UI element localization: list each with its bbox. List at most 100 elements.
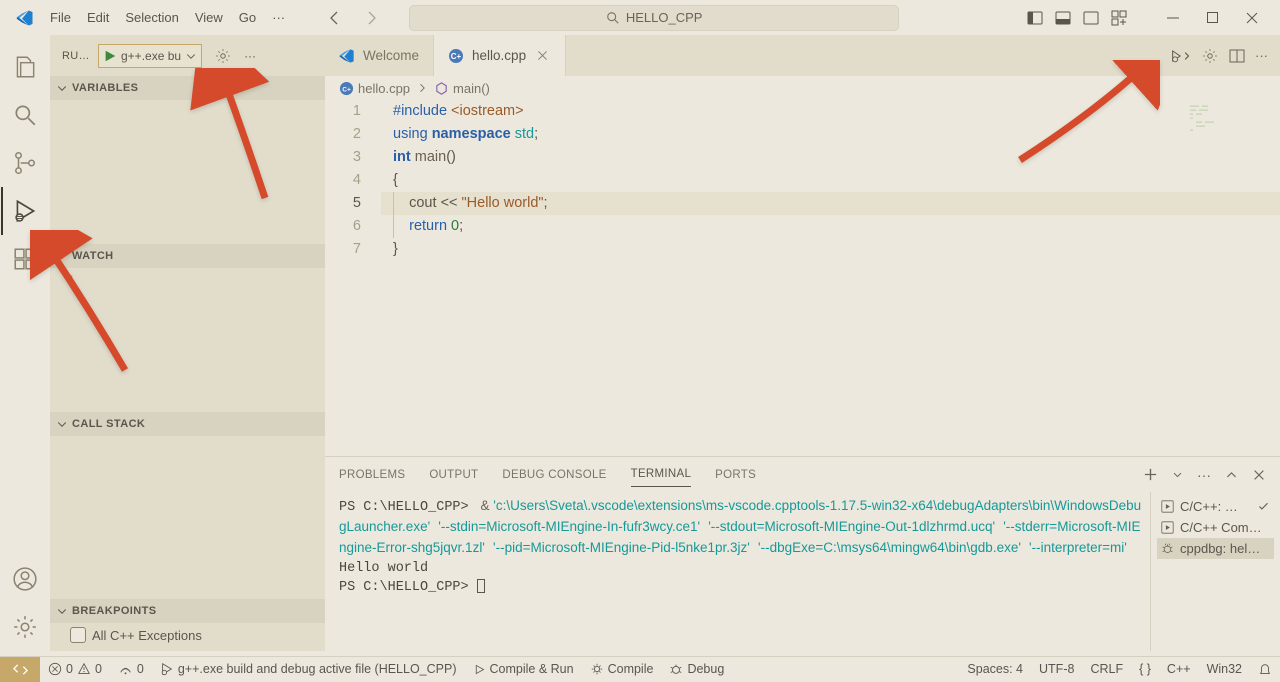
menu-file[interactable]: File: [42, 6, 79, 29]
nav-back-icon[interactable]: [317, 6, 353, 30]
play-icon: [1161, 500, 1174, 513]
nav-forward-icon[interactable]: [353, 6, 389, 30]
activity-explorer[interactable]: [1, 43, 49, 91]
panel-maximize-icon[interactable]: [1225, 468, 1238, 481]
cpp-file-icon: C+: [448, 48, 464, 64]
cpp-file-icon: C+: [339, 81, 354, 96]
bottom-panel: PROBLEMS OUTPUT DEBUG CONSOLE TERMINAL P…: [325, 456, 1280, 651]
window-maximize[interactable]: [1193, 6, 1232, 29]
svg-text:C+: C+: [451, 52, 462, 61]
panel-tab-output[interactable]: OUTPUT: [429, 463, 478, 487]
start-debug-icon[interactable]: [103, 49, 117, 63]
run-debug-title: RU…: [62, 50, 90, 62]
section-breakpoints[interactable]: BREAKPOINTS: [50, 599, 325, 623]
section-variables[interactable]: VARIABLES: [50, 76, 325, 100]
breadcrumb[interactable]: C+ hello.cpp main(): [325, 76, 1280, 100]
activity-account[interactable]: [1, 555, 49, 603]
menu-edit[interactable]: Edit: [79, 6, 117, 29]
status-debug-target[interactable]: g++.exe build and debug active file (HEL…: [152, 662, 465, 676]
panel-more-icon[interactable]: ···: [1197, 467, 1211, 483]
status-ports[interactable]: 0: [110, 662, 152, 677]
menu-go[interactable]: Go: [231, 6, 264, 29]
chevron-down-icon: [56, 250, 68, 262]
terminal-list: C/C++: … C/C++ Com… cppdbg: hel…: [1150, 492, 1280, 651]
panel-tab-ports[interactable]: PORTS: [715, 463, 756, 487]
code-editor[interactable]: 1234567 #include <iostream>using namespa…: [325, 100, 1280, 456]
svg-text:C+: C+: [342, 86, 351, 93]
new-terminal-icon[interactable]: [1143, 467, 1158, 482]
watch-expression[interactable]: :: [50, 268, 325, 288]
breadcrumb-separator-icon: [416, 82, 428, 94]
activity-run-debug[interactable]: [1, 187, 49, 235]
panel-tab-terminal[interactable]: TERMINAL: [631, 462, 692, 487]
chevron-down-icon: [56, 418, 68, 430]
status-spaces[interactable]: Spaces: 4: [959, 662, 1031, 676]
search-text: HELLO_CPP: [626, 10, 703, 25]
status-encoding[interactable]: UTF-8: [1031, 662, 1082, 676]
line-gutter: 1234567: [325, 100, 381, 456]
terminal-dropdown-icon[interactable]: [1172, 469, 1183, 480]
split-editor-icon[interactable]: [1229, 48, 1245, 64]
tab-welcome[interactable]: Welcome: [325, 35, 434, 76]
status-eol[interactable]: CRLF: [1082, 662, 1131, 676]
menu-selection[interactable]: Selection: [117, 6, 186, 29]
terminal-item[interactable]: C/C++ Com…: [1157, 517, 1274, 538]
vscode-logo-icon: [16, 9, 34, 27]
debug-more-icon[interactable]: ···: [244, 49, 256, 63]
breakpoint-all-cpp-exceptions[interactable]: All C++ Exceptions: [50, 623, 325, 647]
status-language[interactable]: C++: [1159, 662, 1199, 676]
debug-config-name: g++.exe bu: [121, 49, 181, 63]
chevron-down-icon: [56, 605, 68, 617]
activity-bar: [0, 35, 50, 651]
menu-view[interactable]: View: [187, 6, 231, 29]
layout-customize-icon[interactable]: [1105, 6, 1133, 30]
layout-primary-icon[interactable]: [1021, 6, 1049, 30]
play-icon: [1161, 521, 1174, 534]
activity-settings[interactable]: [1, 603, 49, 651]
panel-tab-problems[interactable]: PROBLEMS: [339, 463, 405, 487]
titlebar: File Edit Selection View Go ··· HELLO_CP…: [0, 0, 1280, 35]
editor-more-icon[interactable]: ···: [1255, 48, 1268, 63]
status-language-braces[interactable]: { }: [1131, 662, 1159, 676]
run-settings-icon[interactable]: [1201, 47, 1219, 65]
terminal-item[interactable]: C/C++: …: [1157, 496, 1274, 517]
debug-config-selector[interactable]: g++.exe bu: [98, 44, 202, 68]
tab-hello-cpp[interactable]: C+ hello.cpp: [434, 35, 566, 76]
tab-close-icon[interactable]: [534, 47, 551, 64]
vscode-icon: [339, 48, 355, 64]
panel-tab-debug-console[interactable]: DEBUG CONSOLE: [502, 463, 606, 487]
window-close[interactable]: [1232, 6, 1272, 30]
menu-overflow-icon[interactable]: ···: [264, 6, 293, 29]
status-compile-run[interactable]: Compile & Run: [465, 662, 582, 676]
terminal-item[interactable]: cppdbg: hel…: [1157, 538, 1274, 559]
breakpoint-checkbox[interactable]: [70, 627, 86, 643]
section-watch[interactable]: WATCH: [50, 244, 325, 268]
status-debug[interactable]: Debug: [661, 662, 732, 676]
panel-close-icon[interactable]: [1252, 468, 1266, 482]
activity-extensions[interactable]: [1, 235, 49, 283]
run-file-icon[interactable]: [1171, 48, 1191, 64]
terminal[interactable]: PS C:\HELLO_CPP> & 'c:\Users\Sveta\.vsco…: [325, 492, 1150, 651]
check-icon: [1257, 500, 1270, 513]
window-minimize[interactable]: [1153, 6, 1193, 30]
method-icon: [434, 81, 449, 96]
status-compile[interactable]: Compile: [582, 662, 662, 676]
bug-icon: [1161, 542, 1174, 555]
section-callstack[interactable]: CALL STACK: [50, 412, 325, 436]
status-notifications-icon[interactable]: [1250, 662, 1280, 676]
search-icon: [606, 11, 620, 25]
chevron-down-icon[interactable]: [185, 50, 197, 62]
debug-settings-icon[interactable]: [210, 43, 236, 69]
minimap[interactable]: ▬▬▬ ▬▬▬▬ ▬▬▬▬ ▬▬▬ ▬▬ ▬▬▬ ▬▬▬▬: [1190, 104, 1270, 132]
status-platform[interactable]: Win32: [1199, 662, 1250, 676]
command-center[interactable]: HELLO_CPP: [409, 5, 899, 31]
activity-source-control[interactable]: [1, 139, 49, 187]
chevron-down-icon: [56, 82, 68, 94]
status-bar: 0 0 0 g++.exe build and debug active fil…: [0, 656, 1280, 681]
editor-tabs: Welcome C+ hello.cpp ···: [325, 35, 1280, 76]
layout-secondary-icon[interactable]: [1077, 6, 1105, 30]
activity-search[interactable]: [1, 91, 49, 139]
layout-panel-icon[interactable]: [1049, 6, 1077, 30]
status-errors[interactable]: 0 0: [40, 662, 110, 676]
remote-indicator[interactable]: [0, 657, 40, 682]
